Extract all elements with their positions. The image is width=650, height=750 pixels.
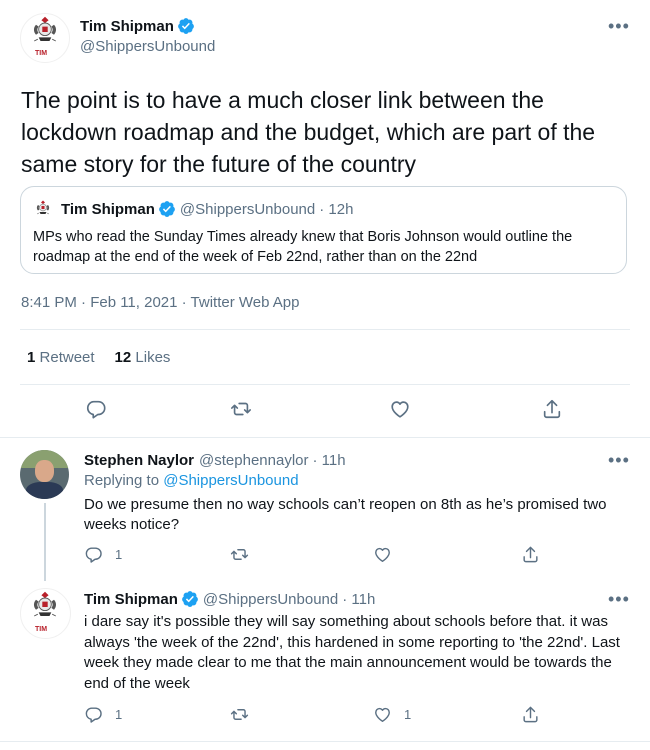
- quoted-tweet-card[interactable]: Tim Shipman @ShippersUnbound · 12h MPs w…: [20, 186, 627, 274]
- replying-to-line: Replying to @ShippersUnbound: [84, 472, 299, 489]
- more-options-icon[interactable]: •••: [608, 16, 630, 37]
- verified-badge-icon: [177, 17, 195, 35]
- reply-button[interactable]: [85, 398, 107, 420]
- retweet-icon: [230, 705, 249, 724]
- like-button[interactable]: 1: [373, 705, 411, 724]
- reply-header: Stephen Naylor @stephennaylor · 11h: [84, 450, 346, 470]
- share-button[interactable]: [521, 545, 540, 564]
- avatar: [33, 199, 53, 219]
- reply-time[interactable]: · 11h: [313, 452, 346, 469]
- reply-time[interactable]: · 11h: [342, 591, 375, 608]
- reply-icon: [85, 398, 107, 420]
- quoted-tweet-time: · 12h: [319, 200, 354, 218]
- retweet-button[interactable]: [230, 545, 249, 564]
- verified-badge-icon: [158, 200, 176, 218]
- avatar[interactable]: TIM: [20, 13, 70, 63]
- reply-author-name[interactable]: Tim Shipman: [84, 591, 178, 608]
- reply-author-name[interactable]: Stephen Naylor: [84, 452, 194, 469]
- replying-to-handle[interactable]: @ShippersUnbound: [163, 472, 298, 489]
- quoted-tweet-text: MPs who read the Sunday Times already kn…: [33, 229, 573, 265]
- reply-text: Do we presume then no way schools can’t …: [84, 496, 607, 533]
- tweet-text: The point is to have a much closer link …: [21, 87, 596, 177]
- avatar-label: TIM: [35, 626, 48, 633]
- verified-badge-icon: [181, 590, 199, 608]
- share-button[interactable]: [541, 398, 563, 420]
- reply-header: Tim Shipman @ShippersUnbound · 11h: [84, 589, 375, 609]
- like-count: 1: [404, 707, 412, 722]
- author-handle[interactable]: @ShippersUnbound: [80, 38, 215, 55]
- crest-logo-icon: [25, 14, 65, 50]
- reply-action-bar: 1: [84, 545, 624, 567]
- reply-action-bar: 1 1: [84, 705, 624, 727]
- reply-count: 1: [115, 707, 123, 722]
- like-stat[interactable]: 12 Likes: [115, 349, 171, 366]
- reply-author-handle[interactable]: @ShippersUnbound: [203, 591, 338, 608]
- quoted-author-name: Tim Shipman: [61, 200, 155, 218]
- author-name-row[interactable]: Tim Shipman: [80, 16, 195, 36]
- like-count: 12: [114, 349, 132, 366]
- more-options-icon[interactable]: •••: [608, 589, 630, 610]
- share-icon: [541, 398, 563, 420]
- reply-author-handle[interactable]: @stephennaylor: [199, 452, 308, 469]
- like-label: Likes: [135, 349, 171, 366]
- share-button[interactable]: [521, 705, 540, 724]
- reply-button[interactable]: 1: [84, 545, 122, 564]
- reply-count: 1: [115, 547, 123, 562]
- heart-icon: [373, 545, 392, 564]
- reply-icon: [84, 705, 103, 724]
- thread-line: [44, 503, 46, 581]
- retweet-label: Retweet: [39, 349, 95, 366]
- reply-icon: [84, 545, 103, 564]
- share-icon: [521, 545, 540, 564]
- retweet-icon: [230, 545, 249, 564]
- crest-logo-icon: [25, 589, 65, 625]
- like-button[interactable]: [389, 398, 411, 420]
- main-action-bar: [0, 396, 650, 426]
- retweet-stat[interactable]: 1 Retweet: [27, 349, 95, 366]
- replying-to-label: Replying to: [84, 472, 160, 489]
- avatar[interactable]: [20, 450, 69, 499]
- avatar[interactable]: TIM: [20, 588, 71, 639]
- retweet-icon: [230, 398, 252, 420]
- more-options-icon[interactable]: •••: [608, 450, 630, 471]
- avatar-label: TIM: [35, 50, 48, 57]
- tweet-timestamp[interactable]: 8:41 PM · Feb 11, 2021 · Twitter Web App: [21, 294, 299, 311]
- share-icon: [521, 705, 540, 724]
- quoted-tweet-header: Tim Shipman @ShippersUnbound · 12h: [33, 199, 353, 219]
- retweet-count: 1: [27, 349, 36, 366]
- heart-icon: [373, 705, 392, 724]
- author-name[interactable]: Tim Shipman: [80, 18, 174, 35]
- avatar-photo-shirt: [26, 482, 63, 499]
- like-button[interactable]: [373, 545, 392, 564]
- avatar-photo-face: [35, 460, 54, 482]
- retweet-button[interactable]: [230, 705, 249, 724]
- reply-button[interactable]: 1: [84, 705, 122, 724]
- retweet-button[interactable]: [230, 398, 252, 420]
- engagement-stats: 1 Retweet 12 Likes: [27, 349, 170, 366]
- quoted-author-handle: @ShippersUnbound: [179, 200, 316, 218]
- heart-icon: [389, 398, 411, 420]
- reply-text: i dare say it's possible they will say s…: [84, 613, 620, 692]
